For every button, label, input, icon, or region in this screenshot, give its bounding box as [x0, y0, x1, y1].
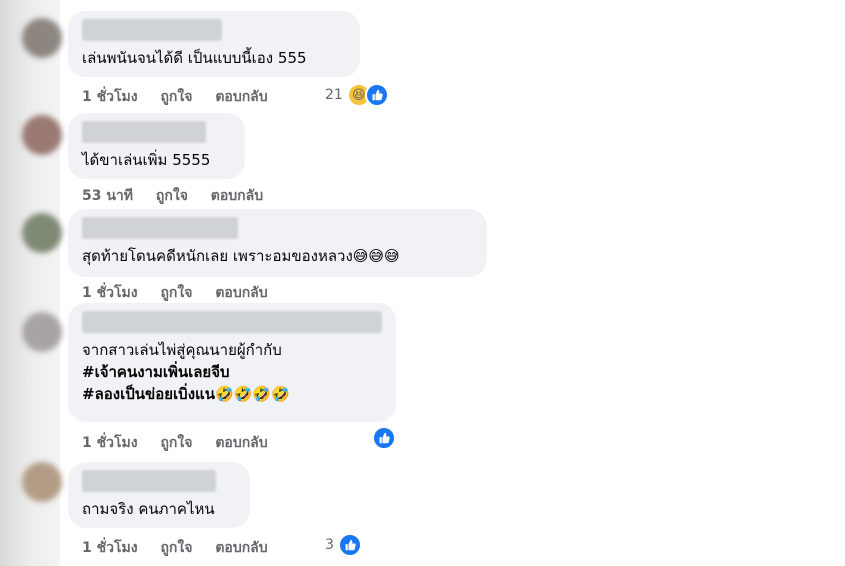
avatar[interactable] — [22, 462, 62, 502]
comment-bubble: สุดท้ายโดนคดีหนักเลย เพราะอมของหลวง😅😅😅 — [68, 209, 487, 277]
reaction-count: 21 — [325, 87, 343, 103]
comment-timestamp[interactable]: 53 นาที — [82, 188, 133, 204]
comment-actions: 1 ชั่วโมง ถูกใจ ตอบกลับ — [82, 282, 286, 304]
comment-text: สุดท้ายโดนคดีหนักเลย เพราะอมของหลวง😅😅😅 — [82, 247, 400, 265]
hashtag-link[interactable]: #ลองเป็นข่อยเบิ่งแน🤣🤣🤣🤣 — [82, 383, 382, 405]
like-reaction-icon — [372, 426, 396, 450]
reply-action[interactable]: ตอบกลับ — [211, 188, 263, 204]
comment-text: ถามจริง คนภาคไหน — [82, 500, 215, 518]
comment-text: ได้ขาเล่นเพิ่ม 5555 — [82, 151, 211, 169]
like-reaction-icon — [364, 83, 389, 107]
comment-actions: 1 ชั่วโมง ถูกใจ ตอบกลับ — [82, 537, 286, 559]
reaction-summary[interactable]: 3 — [325, 533, 362, 557]
comment-item: จากสาวเล่นไพ่สู่คุณนายผู้กำกับ #เจ้าคนงา… — [68, 303, 396, 422]
like-action[interactable]: ถูกใจ — [160, 540, 192, 556]
avatar[interactable] — [22, 312, 62, 352]
comment-text: เล่นพนันจนได้ดี เป็นแบบนี้เอง 555 — [82, 49, 307, 67]
like-action[interactable]: ถูกใจ — [160, 89, 192, 105]
comment-actions: 1 ชั่วโมง ถูกใจ ตอบกลับ — [82, 86, 286, 108]
comment-timestamp[interactable]: 1 ชั่วโมง — [82, 540, 138, 556]
comment-bubble: เล่นพนันจนได้ดี เป็นแบบนี้เอง 555 — [68, 11, 360, 77]
like-action[interactable]: ถูกใจ — [156, 188, 188, 204]
comment-item: ถามจริง คนภาคไหน — [68, 462, 250, 528]
like-action[interactable]: ถูกใจ — [160, 285, 192, 301]
commenter-name-blurred[interactable] — [82, 19, 222, 41]
commenter-name-blurred[interactable] — [82, 470, 216, 492]
comment-bubble: จากสาวเล่นไพ่สู่คุณนายผู้กำกับ #เจ้าคนงา… — [68, 303, 396, 422]
comment-bubble: ถามจริง คนภาคไหน — [68, 462, 250, 528]
commenter-name-blurred[interactable] — [82, 217, 238, 239]
comment-actions: 1 ชั่วโมง ถูกใจ ตอบกลับ — [82, 432, 286, 454]
reaction-summary[interactable] — [372, 426, 396, 450]
reply-action[interactable]: ตอบกลับ — [215, 540, 267, 556]
reply-action[interactable]: ตอบกลับ — [215, 89, 267, 105]
like-action[interactable]: ถูกใจ — [160, 435, 192, 451]
comment-timestamp[interactable]: 1 ชั่วโมง — [82, 89, 138, 105]
avatar[interactable] — [22, 213, 62, 253]
comment-bubble: ได้ขาเล่นเพิ่ม 5555 — [68, 113, 245, 179]
hashtag-link[interactable]: #เจ้าคนงามเพิ่นเลยจีบ — [82, 361, 382, 383]
reaction-summary[interactable]: 21 😆 — [325, 83, 389, 107]
comment-item: เล่นพนันจนได้ดี เป็นแบบนี้เอง 555 — [68, 11, 360, 77]
like-reaction-icon — [337, 533, 362, 557]
avatar[interactable] — [22, 115, 62, 155]
comment-timestamp[interactable]: 1 ชั่วโมง — [82, 285, 138, 301]
reply-action[interactable]: ตอบกลับ — [215, 435, 267, 451]
reaction-count: 3 — [325, 537, 334, 553]
comment-item: สุดท้ายโดนคดีหนักเลย เพราะอมของหลวง😅😅😅 — [68, 209, 487, 277]
comment-text: จากสาวเล่นไพ่สู่คุณนายผู้กำกับ — [82, 341, 282, 359]
commenter-name-blurred[interactable] — [82, 121, 206, 143]
comment-item: ได้ขาเล่นเพิ่ม 5555 — [68, 113, 245, 179]
comment-timestamp[interactable]: 1 ชั่วโมง — [82, 435, 138, 451]
commenter-name-blurred[interactable] — [82, 311, 382, 333]
avatar[interactable] — [22, 18, 62, 58]
reply-action[interactable]: ตอบกลับ — [215, 285, 267, 301]
comment-actions: 53 นาที ถูกใจ ตอบกลับ — [82, 185, 281, 207]
